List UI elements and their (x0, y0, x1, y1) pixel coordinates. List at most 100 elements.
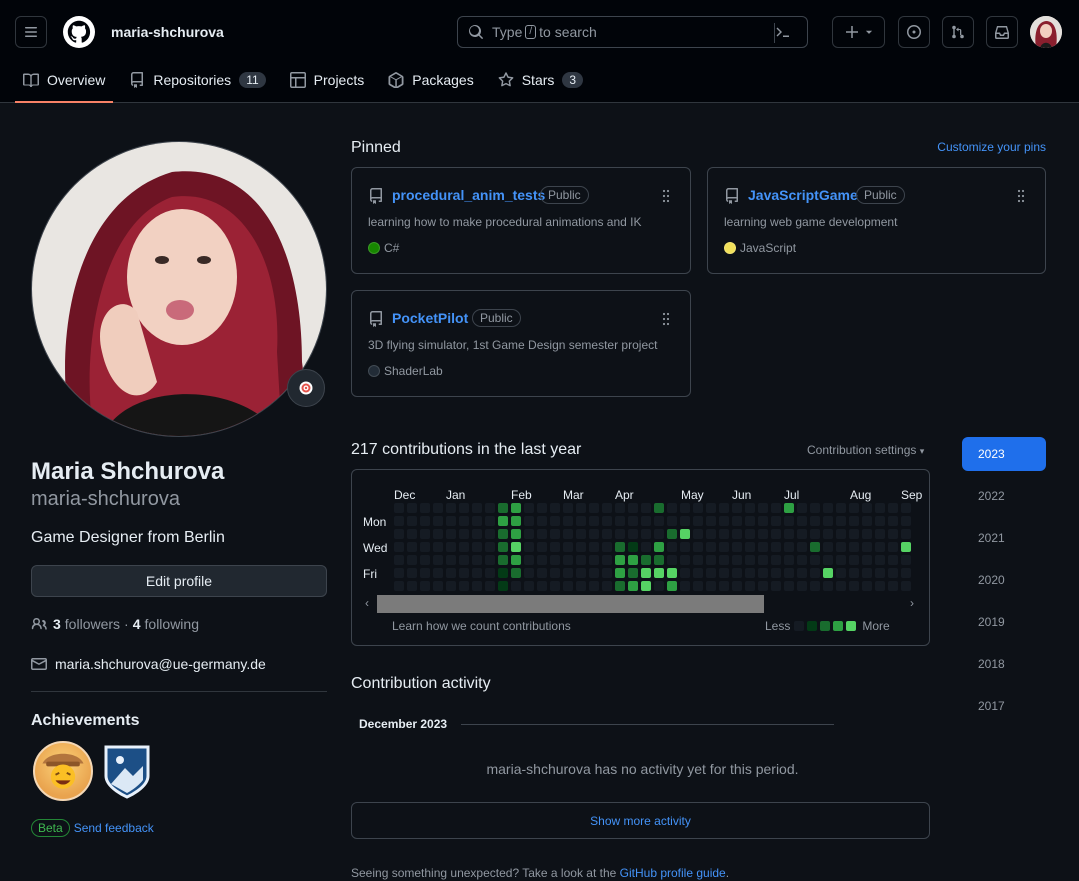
contribution-day-cell[interactable] (459, 568, 469, 578)
contribution-day-cell[interactable] (758, 568, 768, 578)
contribution-day-cell[interactable] (511, 529, 521, 539)
contribution-day-cell[interactable] (732, 503, 742, 513)
contribution-day-cell[interactable] (875, 555, 885, 565)
menu-button[interactable] (15, 16, 47, 48)
create-new-button[interactable] (832, 16, 885, 48)
contribution-day-cell[interactable] (394, 516, 404, 526)
contribution-day-cell[interactable] (420, 568, 430, 578)
contribution-day-cell[interactable] (589, 529, 599, 539)
contribution-day-cell[interactable] (797, 568, 807, 578)
contribution-day-cell[interactable] (875, 516, 885, 526)
contribution-day-cell[interactable] (680, 542, 690, 552)
contribution-day-cell[interactable] (823, 542, 833, 552)
contribution-day-cell[interactable] (654, 516, 664, 526)
contribution-day-cell[interactable] (407, 503, 417, 513)
contribution-day-cell[interactable] (797, 503, 807, 513)
contribution-day-cell[interactable] (602, 555, 612, 565)
contribution-day-cell[interactable] (563, 568, 573, 578)
contribution-day-cell[interactable] (823, 516, 833, 526)
contribution-day-cell[interactable] (810, 568, 820, 578)
contribution-day-cell[interactable] (563, 581, 573, 591)
show-more-activity-button[interactable]: Show more activity (351, 802, 930, 839)
contribution-day-cell[interactable] (537, 581, 547, 591)
contribution-day-cell[interactable] (628, 529, 638, 539)
contribution-day-cell[interactable] (420, 503, 430, 513)
contribution-day-cell[interactable] (433, 503, 443, 513)
contribution-day-cell[interactable] (693, 503, 703, 513)
contribution-day-cell[interactable] (576, 568, 586, 578)
contribution-day-cell[interactable] (706, 581, 716, 591)
contribution-day-cell[interactable] (810, 542, 820, 552)
contribution-day-cell[interactable] (498, 555, 508, 565)
contribution-day-cell[interactable] (394, 555, 404, 565)
contribution-day-cell[interactable] (628, 581, 638, 591)
contribution-day-cell[interactable] (407, 555, 417, 565)
contribution-day-cell[interactable] (654, 503, 664, 513)
contribution-day-cell[interactable] (511, 542, 521, 552)
contribution-day-cell[interactable] (537, 568, 547, 578)
contribution-day-cell[interactable] (563, 555, 573, 565)
contribution-day-cell[interactable] (537, 503, 547, 513)
contribution-day-cell[interactable] (524, 529, 534, 539)
contribution-day-cell[interactable] (615, 568, 625, 578)
contribution-day-cell[interactable] (836, 529, 846, 539)
contribution-day-cell[interactable] (719, 542, 729, 552)
contribution-day-cell[interactable] (810, 555, 820, 565)
contribution-day-cell[interactable] (667, 542, 677, 552)
contribution-day-cell[interactable] (654, 555, 664, 565)
contribution-day-cell[interactable] (758, 516, 768, 526)
tab-overview[interactable]: Overview (15, 62, 114, 103)
contribution-day-cell[interactable] (862, 555, 872, 565)
contribution-day-cell[interactable] (823, 529, 833, 539)
contribution-day-cell[interactable] (589, 503, 599, 513)
contribution-day-cell[interactable] (576, 542, 586, 552)
contribution-day-cell[interactable] (706, 568, 716, 578)
contribution-day-cell[interactable] (758, 581, 768, 591)
contribution-day-cell[interactable] (550, 516, 560, 526)
contribution-day-cell[interactable] (628, 555, 638, 565)
contribution-day-cell[interactable] (706, 555, 716, 565)
contribution-day-cell[interactable] (719, 503, 729, 513)
contribution-day-cell[interactable] (446, 555, 456, 565)
contribution-day-cell[interactable] (446, 581, 456, 591)
contribution-day-cell[interactable] (641, 581, 651, 591)
contribution-day-cell[interactable] (836, 581, 846, 591)
contribution-day-cell[interactable] (849, 529, 859, 539)
contribution-day-cell[interactable] (862, 568, 872, 578)
contribution-day-cell[interactable] (732, 555, 742, 565)
contribution-day-cell[interactable] (550, 542, 560, 552)
contribution-day-cell[interactable] (888, 555, 898, 565)
contribution-day-cell[interactable] (407, 568, 417, 578)
contribution-day-cell[interactable] (498, 581, 508, 591)
contribution-day-cell[interactable] (602, 503, 612, 513)
contribution-day-cell[interactable] (875, 529, 885, 539)
following-count[interactable]: 4 (133, 616, 141, 632)
contribution-day-cell[interactable] (615, 529, 625, 539)
contribution-day-cell[interactable] (693, 529, 703, 539)
contribution-day-cell[interactable] (420, 555, 430, 565)
contribution-day-cell[interactable] (849, 581, 859, 591)
contribution-day-cell[interactable] (407, 581, 417, 591)
contribution-day-cell[interactable] (901, 516, 911, 526)
contribution-day-cell[interactable] (485, 529, 495, 539)
contribution-day-cell[interactable] (459, 516, 469, 526)
contribution-day-cell[interactable] (433, 529, 443, 539)
contribution-day-cell[interactable] (420, 516, 430, 526)
grabber-icon[interactable] (662, 312, 670, 326)
contribution-day-cell[interactable] (667, 529, 677, 539)
contribution-day-cell[interactable] (888, 529, 898, 539)
contribution-day-cell[interactable] (693, 516, 703, 526)
contribution-day-cell[interactable] (576, 555, 586, 565)
contribution-day-cell[interactable] (550, 529, 560, 539)
contribution-day-cell[interactable] (901, 503, 911, 513)
contribution-day-cell[interactable] (433, 568, 443, 578)
tab-repositories[interactable]: Repositories 11 (121, 62, 273, 98)
contribution-day-cell[interactable] (641, 568, 651, 578)
contribution-day-cell[interactable] (693, 555, 703, 565)
profile-guide-link[interactable]: GitHub profile guide (620, 866, 726, 880)
contribution-day-cell[interactable] (732, 516, 742, 526)
contribution-day-cell[interactable] (576, 503, 586, 513)
contribution-day-cell[interactable] (394, 529, 404, 539)
contribution-day-cell[interactable] (446, 542, 456, 552)
contribution-day-cell[interactable] (498, 568, 508, 578)
